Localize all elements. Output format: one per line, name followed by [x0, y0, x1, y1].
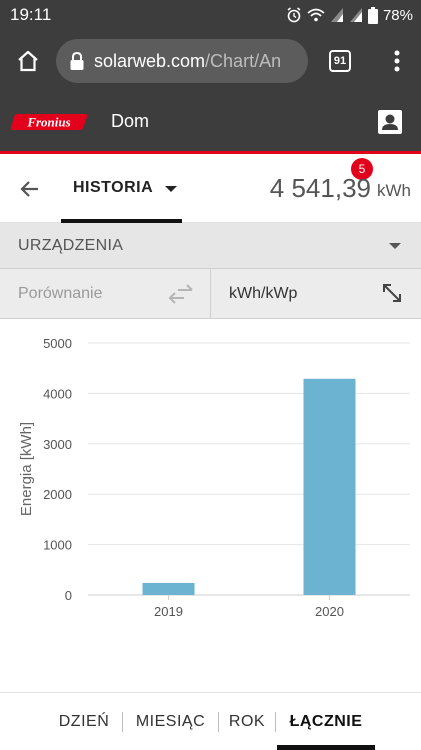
account-icon[interactable]	[377, 109, 403, 135]
y-tick-label: 0	[65, 588, 72, 603]
tabs-button[interactable]: 91	[308, 30, 372, 92]
battery-level: 78%	[382, 6, 413, 24]
signal-icon	[330, 7, 344, 23]
active-tab-indicator	[277, 745, 375, 750]
tab-total[interactable]: ŁĄCZNIE	[277, 693, 375, 750]
x-tick-label: 2019	[154, 604, 183, 619]
y-tick-label: 2000	[43, 487, 72, 502]
y-axis-label: Energia [kWh]	[18, 422, 35, 516]
caret-down-icon	[165, 186, 177, 192]
tab-separator	[122, 712, 123, 732]
tab-year-label: ROK	[228, 712, 266, 730]
period-tabs: DZIEŃ MIESIĄC ROK ŁĄCZNIE	[0, 693, 421, 750]
back-arrow-icon[interactable]	[18, 177, 42, 201]
tab-total-label: ŁĄCZNIE	[289, 712, 363, 730]
unit-select[interactable]: kWh/kWp	[212, 269, 421, 319]
battery-icon	[367, 6, 378, 24]
tab-month[interactable]: MIESIĄC	[124, 693, 217, 750]
expand-icon[interactable]	[381, 282, 403, 304]
tab-day[interactable]: DZIEŃ	[47, 693, 121, 750]
compare-row: Porównanie kWh/kWp	[0, 269, 421, 319]
more-vert-icon	[394, 50, 399, 72]
status-icons: 78%	[286, 6, 413, 24]
tab-year[interactable]: ROK	[220, 693, 274, 750]
history-bar: HISTORIA 5 4 541,39 kWh	[0, 157, 421, 223]
compare-arrows-icon	[168, 284, 193, 304]
url-text: solarweb.com/Chart/An	[94, 51, 281, 72]
y-tick-label: 4000	[43, 386, 72, 401]
caret-down-icon	[389, 243, 401, 249]
wifi-icon	[307, 7, 325, 23]
status-bar: 19:11 78%	[0, 0, 421, 30]
site-name[interactable]: Dom	[111, 111, 149, 132]
browser-toolbar: solarweb.com/Chart/An 91	[0, 30, 421, 92]
compare-button[interactable]: Porównanie	[0, 269, 211, 319]
tab-separator	[275, 712, 276, 732]
tabs-icon: 91	[329, 50, 351, 72]
devices-label: URZĄDZENIA	[18, 237, 124, 254]
lock-icon	[70, 52, 84, 70]
signal-icon	[349, 7, 363, 23]
history-label: HISTORIA	[73, 179, 154, 196]
y-tick-label: 1000	[43, 538, 72, 553]
tab-separator	[218, 712, 219, 732]
devices-select[interactable]: URZĄDZENIA	[0, 223, 421, 269]
status-time: 19:11	[10, 5, 52, 24]
compare-label: Porównanie	[18, 285, 103, 302]
home-icon	[18, 50, 38, 72]
fronius-logo[interactable]: Fronius	[10, 111, 88, 133]
tab-month-label: MIESIĄC	[135, 712, 206, 730]
bar-2020	[303, 378, 356, 595]
url-host: solarweb.com	[94, 50, 206, 71]
home-button[interactable]	[0, 30, 56, 92]
alarm-icon	[286, 7, 302, 23]
y-tick-label: 3000	[43, 437, 72, 452]
history-dropdown[interactable]: HISTORIA	[61, 157, 182, 223]
tab-day-label: DZIEŃ	[58, 712, 110, 730]
x-tick-label: 2020	[315, 604, 344, 619]
unit-label: kWh/kWp	[229, 285, 298, 302]
energy-chart: 0 1000 2000 3000 4000 5000 Energia [kWh] 2019 20…	[0, 320, 421, 630]
app-header: Fronius Dom	[0, 92, 421, 154]
total-energy-unit: kWh	[377, 181, 411, 200]
svg-text:Fronius: Fronius	[26, 114, 70, 129]
y-tick-label: 5000	[43, 336, 72, 351]
chart-svg: 0 1000 2000 3000 4000 5000 Energia [kWh] 2019 20…	[18, 336, 410, 619]
total-energy-value: 4 541,39	[269, 173, 371, 203]
url-bar[interactable]: solarweb.com/Chart/An	[56, 39, 308, 83]
url-path: /Chart/An	[205, 50, 282, 71]
bar-2019	[142, 582, 195, 595]
browser-menu-button[interactable]	[372, 30, 421, 92]
